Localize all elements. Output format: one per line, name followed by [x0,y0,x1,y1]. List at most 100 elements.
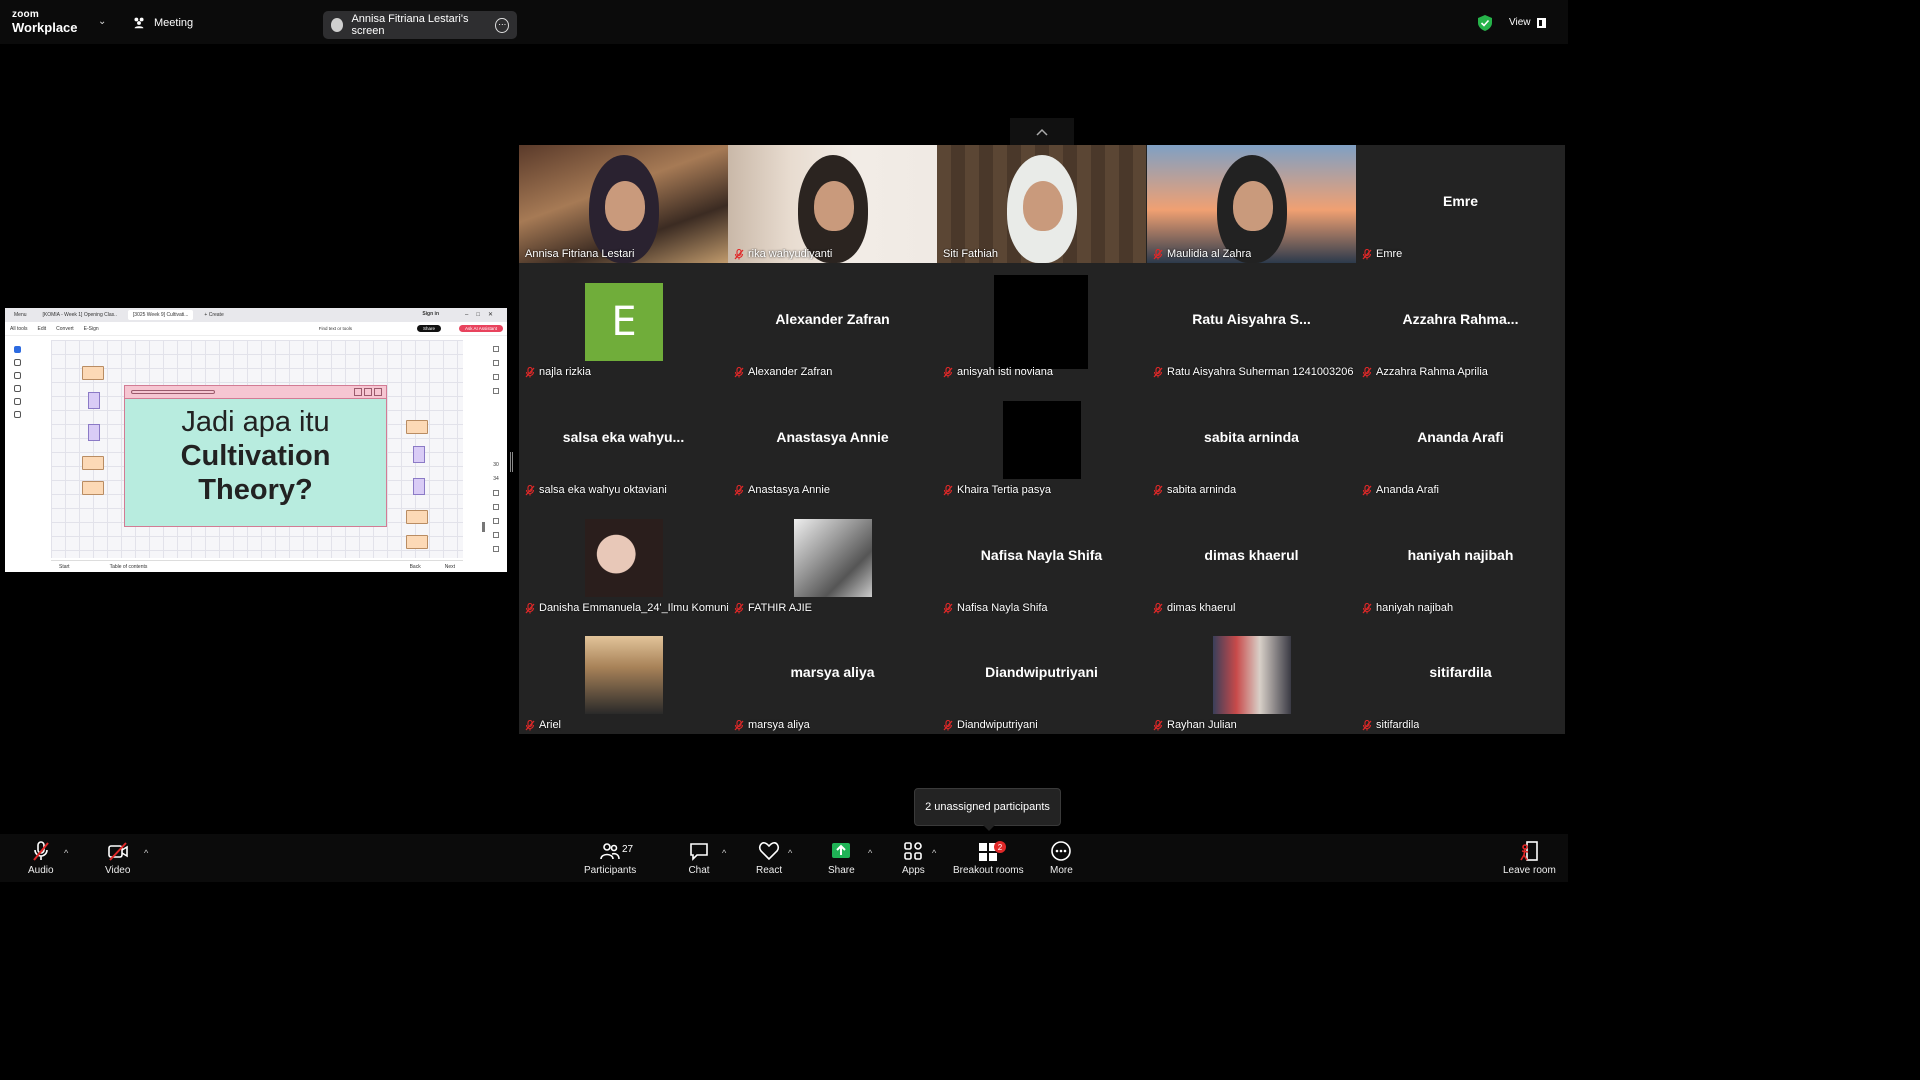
participant-name: Khaira Tertia pasya [957,484,1051,496]
mic-muted-icon [525,719,535,730]
participant-tile[interactable]: Alexander Zafran Alexander Zafran [728,263,937,381]
participant-video [519,145,728,263]
participant-tile[interactable]: Ananda Arafi Ananda Arafi [1356,381,1565,499]
sign-in-link[interactable]: Sign in [422,311,439,317]
doc-share-button[interactable]: Share [416,325,441,332]
toc-link[interactable]: Table of contents [110,564,148,570]
ai-assistant-button[interactable]: Ask AI Assistant [458,325,503,332]
split-resize-handle[interactable] [510,452,513,472]
participant-tile[interactable]: haniyah najibah haniyah najibah [1356,499,1565,617]
lasso-tool-icon[interactable] [13,385,21,392]
participant-display-name: Emre [1442,193,1479,209]
participant-tile[interactable]: Azzahra Rahma... Azzahra Rahma Aprilia [1356,263,1565,381]
participant-tile[interactable]: Maulidia al Zahra [1147,145,1356,263]
zoom-out-icon[interactable] [493,546,499,552]
apps-options-caret[interactable]: ^ [932,848,936,858]
audio-button[interactable]: Audio [28,840,54,876]
text-tool-icon[interactable] [13,398,21,405]
comment-icon[interactable] [493,360,499,366]
participant-name: Nafisa Nayla Shifa [957,602,1048,614]
browser-tab-active[interactable]: [3025 Week 9] Cultivati... [127,310,194,320]
participant-tile[interactable]: Ratu Aisyahra S... Ratu Aisyahra Suherman… [1147,263,1356,381]
more-options-icon[interactable]: ⋯ [495,17,509,33]
participant-tile[interactable]: FATHIR AJIE [728,499,937,617]
chat-options-caret[interactable]: ^ [722,848,726,858]
select-tool-icon[interactable] [13,346,21,353]
mic-muted-icon [943,719,953,730]
chevron-down-icon[interactable]: ⌄ [98,16,106,27]
view-menu[interactable]: View [1509,17,1546,28]
participant-tile[interactable]: Siti Fathiah [937,145,1146,263]
zoom-in-icon[interactable] [493,532,499,538]
participant-tile[interactable]: rika wahyudiyanti [728,145,937,263]
layers-icon[interactable] [493,388,499,394]
meeting-menu[interactable]: Meeting [132,16,193,30]
stamp-tool-icon[interactable] [13,411,21,418]
start-link[interactable]: Start [59,564,70,570]
participant-tile[interactable]: dimas khaerul dimas khaerul [1147,499,1356,617]
share-options-caret[interactable]: ^ [868,848,872,858]
folder-icon [82,366,104,380]
video-button[interactable]: Video [105,840,130,876]
scroll-up-icon[interactable] [493,490,499,496]
scroll-down-icon[interactable] [493,504,499,510]
participant-tile[interactable]: marsya aliya marsya aliya [728,616,937,734]
participant-name: haniyah najibah [1376,602,1454,614]
participant-name-label: Khaira Tertia pasya [943,484,1051,496]
zoom-logo[interactable]: zoom Workplace [12,10,78,35]
participant-tile[interactable]: Danisha Emmanuela_24'_Ilmu Komunik... [519,499,728,617]
next-link[interactable]: Next [445,564,455,570]
mic-muted-icon [734,484,744,495]
more-button[interactable]: More [1050,840,1073,876]
menu-item[interactable]: All tools [10,326,28,332]
collapse-gallery-button[interactable] [1010,118,1074,145]
share-button[interactable]: Share [828,840,855,876]
find-text-field[interactable]: Find text or tools [319,326,352,331]
video-options-caret[interactable]: ^ [144,848,148,858]
react-options-caret[interactable]: ^ [788,848,792,858]
leave-room-button[interactable]: Leave room [1503,840,1556,876]
participant-tile[interactable]: Ariel [519,616,728,734]
participant-tile[interactable]: Annisa Fitriana Lestari [519,145,728,263]
participant-tile[interactable]: Khaira Tertia pasya [937,381,1146,499]
zoom-tool-icon[interactable] [13,359,21,366]
mic-muted-icon [734,719,744,730]
participant-tile[interactable]: Anastasya Annie Anastasya Annie [728,381,937,499]
breakout-rooms-button[interactable]: Breakout rooms [953,840,1024,876]
participant-tile[interactable]: anisyah isti noviana [937,263,1146,381]
sharer-avatar [331,18,344,32]
participant-name-label: anisyah isti noviana [943,366,1053,378]
chat-button[interactable]: Chat [688,840,710,876]
participant-name-label: haniyah najibah [1362,602,1453,614]
window-controls[interactable]: –□✕ [465,311,501,318]
rotate-icon[interactable] [493,518,499,524]
menu-item[interactable]: Edit [38,326,47,332]
screen-share-indicator[interactable]: Annisa Fitriana Lestari's screen ⋯ [323,11,517,39]
react-button[interactable]: React [756,840,782,876]
doc-scrollbar[interactable] [482,522,485,532]
apps-button[interactable]: Apps [902,840,925,876]
browser-tab[interactable]: [KOMIA - Week 1] Opening Clas.. [38,310,122,320]
back-link[interactable]: Back [410,564,421,570]
participant-tile[interactable]: sabita arninda sabita arninda [1147,381,1356,499]
tooltip-text: 2 unassigned participants [925,801,1050,813]
security-shield-icon[interactable] [1478,15,1492,31]
menu-item[interactable]: E-Sign [84,326,99,332]
participant-tile[interactable]: Emre Emre [1356,145,1565,263]
panel-icon[interactable] [493,346,499,352]
audio-options-caret[interactable]: ^ [64,848,68,858]
participant-tile[interactable]: Nafisa Nayla Shifa Nafisa Nayla Shifa [937,499,1146,617]
participant-name-label: Anastasya Annie [734,484,830,496]
browser-tab[interactable]: Menu [9,310,32,320]
shared-screen-view[interactable]: Menu [KOMIA - Week 1] Opening Clas.. [30… [5,308,507,572]
participant-tile[interactable]: salsa eka wahyu... salsa eka wahyu oktavi… [519,381,728,499]
browser-tab[interactable]: + Create [199,310,228,320]
participant-tile[interactable]: Diandwiputriyani Diandwiputriyani [937,616,1146,734]
menu-item[interactable]: Convert [56,326,74,332]
bookmark-icon[interactable] [493,374,499,380]
participant-tile[interactable]: sitifardila sitifardila [1356,616,1565,734]
pen-tool-icon[interactable] [13,372,21,379]
participant-tile[interactable]: Rayhan Julian [1147,616,1356,734]
participant-tile[interactable]: Enajla rizkia [519,263,728,381]
participant-name: Danisha Emmanuela_24'_Ilmu Komunik... [539,602,728,614]
